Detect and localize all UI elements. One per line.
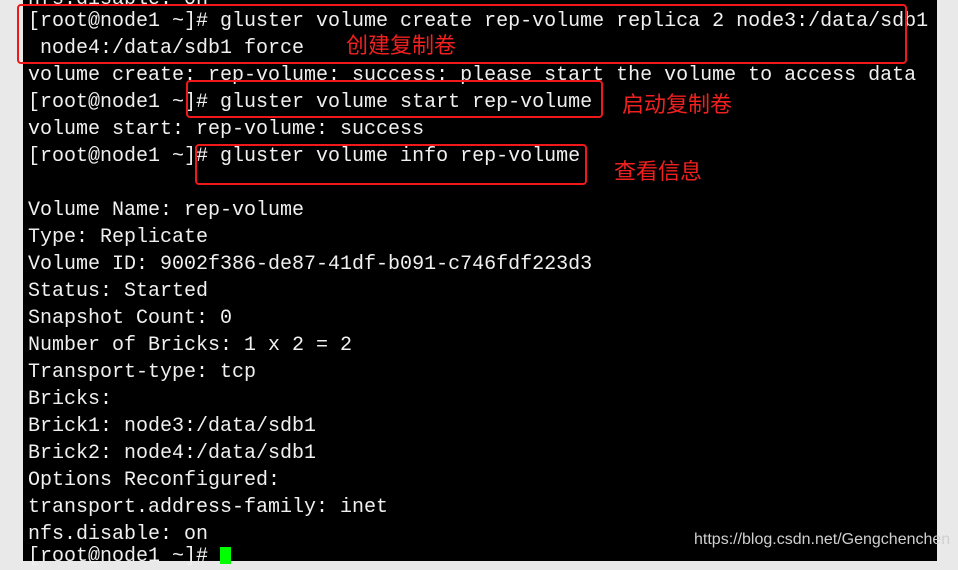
terminal-line: Number of Bricks: 1 x 2 = 2 (28, 334, 353, 357)
highlight-box-info (195, 144, 587, 185)
terminal-prompt-line[interactable]: [root@node1 ~]# (28, 543, 232, 570)
highlight-box-start (186, 80, 603, 118)
annotation-start: 启动复制卷 (622, 93, 733, 118)
highlight-box-create (17, 4, 907, 64)
terminal-line: Status: Started (28, 280, 209, 303)
terminal-line: volume start: rep-volume: success (28, 118, 425, 141)
terminal-line: Options Reconfigured: (28, 469, 281, 492)
terminal-line: Transport-type: tcp (28, 361, 257, 384)
terminal-line: Volume Name: rep-volume (28, 199, 305, 222)
terminal-line: Brick1: node3:/data/sdb1 (28, 415, 317, 438)
terminal-line: Bricks: (28, 388, 113, 411)
terminal-line: transport.address-family: inet (28, 496, 389, 519)
terminal-line: Volume ID: 9002f386-de87-41df-b091-c746f… (28, 253, 593, 276)
prompt: [root@node1 ~]# (28, 545, 221, 568)
annotation-create: 创建复制卷 (346, 34, 457, 59)
terminal-line: Type: Replicate (28, 226, 209, 249)
terminal-line: Snapshot Count: 0 (28, 307, 233, 330)
terminal-line: Brick2: node4:/data/sdb1 (28, 442, 317, 465)
cursor (220, 547, 232, 564)
annotation-info: 查看信息 (614, 160, 703, 185)
watermark: https://blog.csdn.net/Gengchenchen (694, 531, 951, 548)
